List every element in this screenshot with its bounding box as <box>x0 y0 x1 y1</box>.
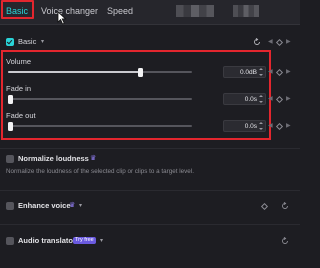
volume-slider-fill <box>8 71 141 73</box>
divider <box>0 190 300 191</box>
normalize-loudness-label: Normalize loudness <box>18 154 89 163</box>
fade-out-stepper-icon[interactable] <box>259 122 264 130</box>
volume-slider-thumb[interactable] <box>137 67 143 77</box>
next-keyframe-icon[interactable]: ▶ <box>286 122 291 130</box>
prev-keyframe-icon[interactable]: ◀ <box>268 68 273 76</box>
reset-icon[interactable] <box>253 38 261 46</box>
pro-crown-icon: ♛ <box>69 202 76 209</box>
tab-highlight <box>1 0 34 19</box>
keyframe-icon[interactable] <box>275 68 284 77</box>
basic-checkbox[interactable] <box>6 38 14 46</box>
keyframe-icon[interactable] <box>260 202 269 211</box>
reset-icon[interactable] <box>281 202 289 210</box>
pro-crown-icon: ♛ <box>90 155 97 162</box>
audio-translator-label: Audio translator <box>18 236 76 245</box>
fade-out-slider[interactable] <box>8 121 192 131</box>
fade-in-label: Fade in <box>6 84 32 93</box>
enhance-voice-checkbox[interactable] <box>6 202 14 210</box>
try-free-badge: Try free <box>73 237 96 244</box>
chevron-down-icon[interactable]: ▾ <box>41 38 44 46</box>
fade-out-slider-thumb[interactable] <box>8 121 13 131</box>
next-keyframe-icon[interactable]: ▶ <box>286 95 291 103</box>
chevron-down-icon[interactable]: ▾ <box>79 202 82 210</box>
basic-section-header: Basic ▾ ◀ ▶ <box>0 34 300 50</box>
tab-bar: Basic Voice changer Speed <box>0 0 300 25</box>
enhance-voice-label: Enhance voice <box>18 201 71 210</box>
volume-value: 0.0dB <box>240 69 257 76</box>
blurred-tab <box>176 5 214 17</box>
fade-out-label: Fade out <box>6 111 36 120</box>
chevron-down-icon[interactable]: ▾ <box>100 237 103 245</box>
divider <box>0 224 300 225</box>
volume-stepper-icon[interactable] <box>259 68 264 76</box>
fade-in-slider[interactable] <box>8 94 192 104</box>
fade-in-stepper-icon[interactable] <box>259 95 264 103</box>
normalize-loudness-checkbox[interactable] <box>6 155 14 163</box>
fade-out-value-field[interactable]: 0.0s <box>223 120 266 132</box>
fade-in-value: 0.0s <box>244 96 257 103</box>
fade-in-value-field[interactable]: 0.0s <box>223 93 266 105</box>
audio-translator-checkbox[interactable] <box>6 237 14 245</box>
volume-value-field[interactable]: 0.0dB <box>223 66 266 78</box>
volume-slider[interactable] <box>8 67 192 77</box>
fade-in-slider-thumb[interactable] <box>8 94 13 104</box>
divider <box>0 148 300 149</box>
mouse-cursor-icon <box>57 11 67 25</box>
reset-icon[interactable] <box>281 237 289 245</box>
normalize-loudness-description: Normalize the loudness of the selected c… <box>6 168 194 175</box>
keyframe-icon[interactable] <box>275 95 284 104</box>
keyframe-icon[interactable] <box>275 38 284 47</box>
prev-keyframe-icon[interactable]: ◀ <box>268 95 273 103</box>
keyframe-icon[interactable] <box>275 122 284 131</box>
blurred-tab <box>233 5 259 17</box>
tab-voice-changer[interactable]: Voice changer <box>41 4 98 18</box>
fade-out-value: 0.0s <box>244 123 257 130</box>
next-keyframe-icon[interactable]: ▶ <box>286 68 291 76</box>
prev-keyframe-icon[interactable]: ◀ <box>268 122 273 130</box>
tab-speed[interactable]: Speed <box>107 4 133 18</box>
prev-keyframe-icon[interactable]: ◀ <box>268 38 273 46</box>
next-keyframe-icon[interactable]: ▶ <box>286 38 291 46</box>
basic-label: Basic <box>18 37 37 46</box>
volume-label: Volume <box>6 57 32 66</box>
